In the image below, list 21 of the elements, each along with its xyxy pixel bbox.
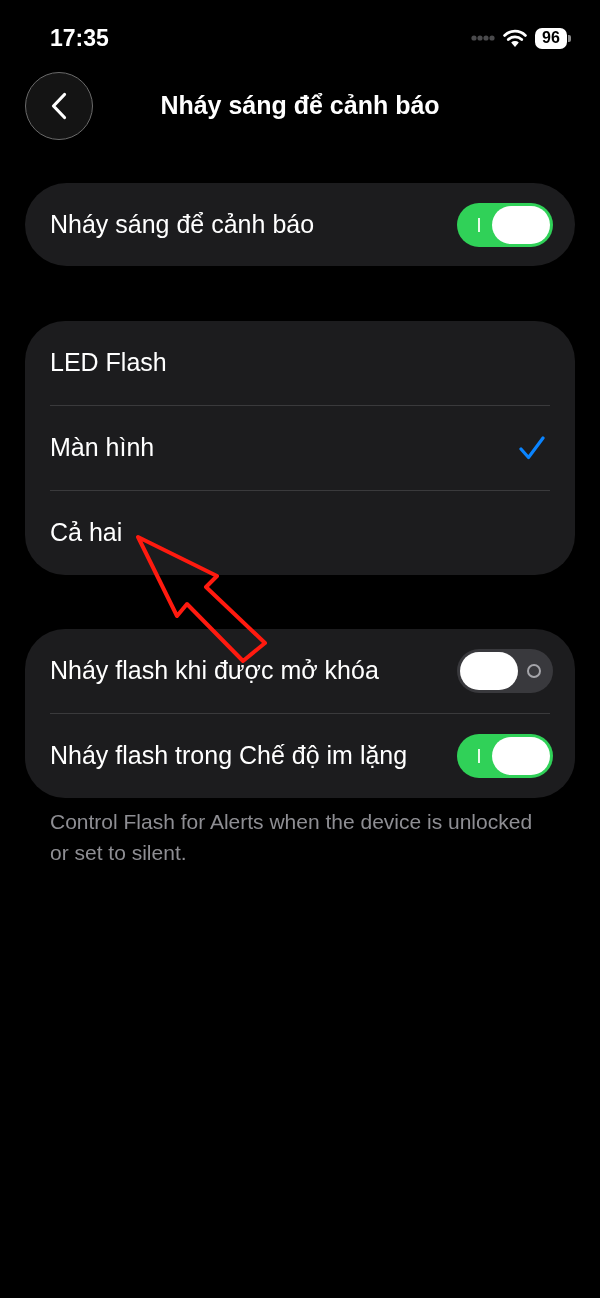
battery-percentage: 96: [535, 27, 567, 49]
setting-label: Nháy flash trong Chế độ im lặng: [50, 740, 408, 772]
flash-option[interactable]: Cả hai: [25, 491, 575, 575]
toggle-switch[interactable]: [457, 202, 553, 247]
on-indicator-icon: [478, 217, 480, 232]
off-indicator-icon: [527, 664, 541, 678]
battery-terminal-icon: [568, 34, 571, 42]
on-indicator-icon: [478, 749, 480, 763]
signal-icon: [471, 35, 495, 41]
flash-option[interactable]: LED Flash: [25, 321, 575, 405]
status-time: 17:35: [50, 23, 109, 53]
setting-label: Nháy sáng để cảnh báo: [50, 208, 315, 240]
page-title: Nháy sáng để cảnh báo: [160, 90, 440, 122]
flash-option[interactable]: Màn hình: [25, 406, 575, 490]
toggle-switch[interactable]: [457, 734, 553, 778]
footer-note: Control Flash for Alerts when the device is unlocked or set to silent.: [49, 809, 534, 866]
checkmark-icon: [519, 436, 545, 460]
chevron-left-icon: [51, 92, 67, 120]
wifi-icon: [503, 29, 527, 47]
toggle-switch[interactable]: [457, 649, 553, 693]
setting-label: Nháy flash khi được mở khóa: [50, 655, 379, 687]
